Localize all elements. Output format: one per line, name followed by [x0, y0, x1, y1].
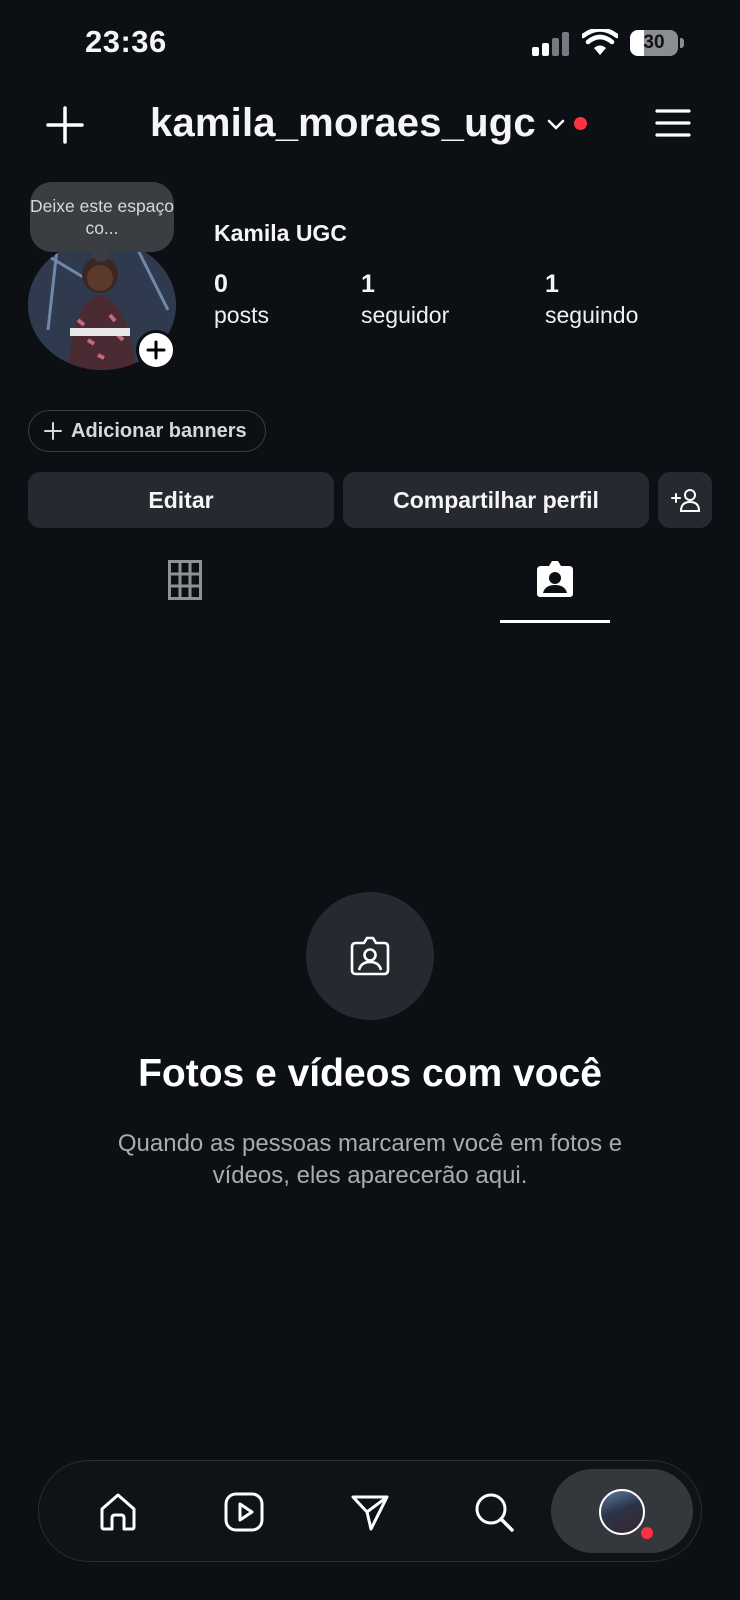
stat-following[interactable]: 1 seguindo: [545, 268, 638, 330]
status-time: 23:36: [85, 24, 167, 59]
active-tab-indicator: [500, 620, 610, 623]
tab-tagged[interactable]: [500, 560, 610, 624]
search-icon: [475, 1493, 514, 1532]
home-icon: [100, 1493, 136, 1531]
plus-icon: [146, 340, 166, 360]
discover-people-button[interactable]: [658, 472, 712, 528]
display-name: Kamila UGC: [214, 220, 347, 246]
bottom-navigation: [38, 1460, 702, 1562]
stat-value: 1: [361, 270, 375, 298]
add-banners-button[interactable]: Adicionar banners: [28, 410, 266, 452]
empty-state-icon-circle: [306, 892, 434, 1020]
reels-icon: [224, 1492, 264, 1532]
nav-search[interactable]: [469, 1487, 519, 1537]
header-username: kamila_moraes_ugc: [150, 101, 536, 145]
stat-value: 0: [214, 270, 228, 298]
add-banners-label: Adicionar banners: [71, 419, 247, 442]
notification-dot: [573, 117, 587, 130]
account-switcher[interactable]: kamila_moraes_ugc: [150, 101, 587, 146]
nav-profile[interactable]: [551, 1469, 693, 1553]
profile-header: kamila_moraes_ugc: [0, 95, 740, 155]
edit-profile-label: Editar: [148, 486, 214, 513]
note-bubble[interactable]: Deixe este espaço co...: [30, 182, 174, 262]
stat-posts[interactable]: 0 posts: [214, 268, 269, 330]
stat-label: seguindo: [545, 302, 639, 328]
stat-followers[interactable]: 1 seguidor: [361, 268, 449, 330]
share-profile-button[interactable]: Compartilhar perfil: [343, 472, 649, 528]
cellular-signal-icon: [532, 32, 572, 56]
status-bar: 23:36 30: [0, 0, 740, 90]
share-profile-label: Compartilhar perfil: [393, 486, 599, 513]
battery-percent: 30: [643, 32, 665, 53]
empty-state-title: Fotos e vídeos com você: [138, 1052, 602, 1095]
stat-label: posts: [214, 302, 269, 328]
add-person-icon: [671, 489, 700, 512]
chevron-down-icon: [547, 119, 565, 130]
profile-screen: 23:36 30 kamila_moraes_ugc Deixe este es…: [0, 0, 740, 1600]
plus-icon[interactable]: [45, 105, 85, 145]
notification-dot: [641, 1527, 653, 1539]
wifi-icon: [582, 29, 618, 55]
stat-label: seguidor: [361, 302, 450, 328]
tagged-person-icon: [537, 561, 573, 597]
tagged-person-icon: [350, 936, 390, 976]
add-story-button[interactable]: [136, 330, 176, 370]
battery-icon: 30: [630, 30, 684, 56]
nav-home[interactable]: [93, 1487, 143, 1537]
hamburger-menu-icon[interactable]: [655, 107, 691, 139]
tab-posts-grid[interactable]: [130, 560, 240, 624]
send-icon: [351, 1495, 389, 1531]
nav-reels[interactable]: [219, 1487, 269, 1537]
edit-profile-button[interactable]: Editar: [28, 472, 334, 528]
empty-state-subtitle: Quando as pessoas marcarem você em fotos…: [117, 1130, 623, 1189]
profile-avatar: [599, 1489, 645, 1535]
stat-value: 1: [545, 270, 559, 298]
grid-icon: [168, 560, 202, 600]
plus-icon: [44, 422, 62, 440]
nav-direct[interactable]: [345, 1487, 395, 1537]
